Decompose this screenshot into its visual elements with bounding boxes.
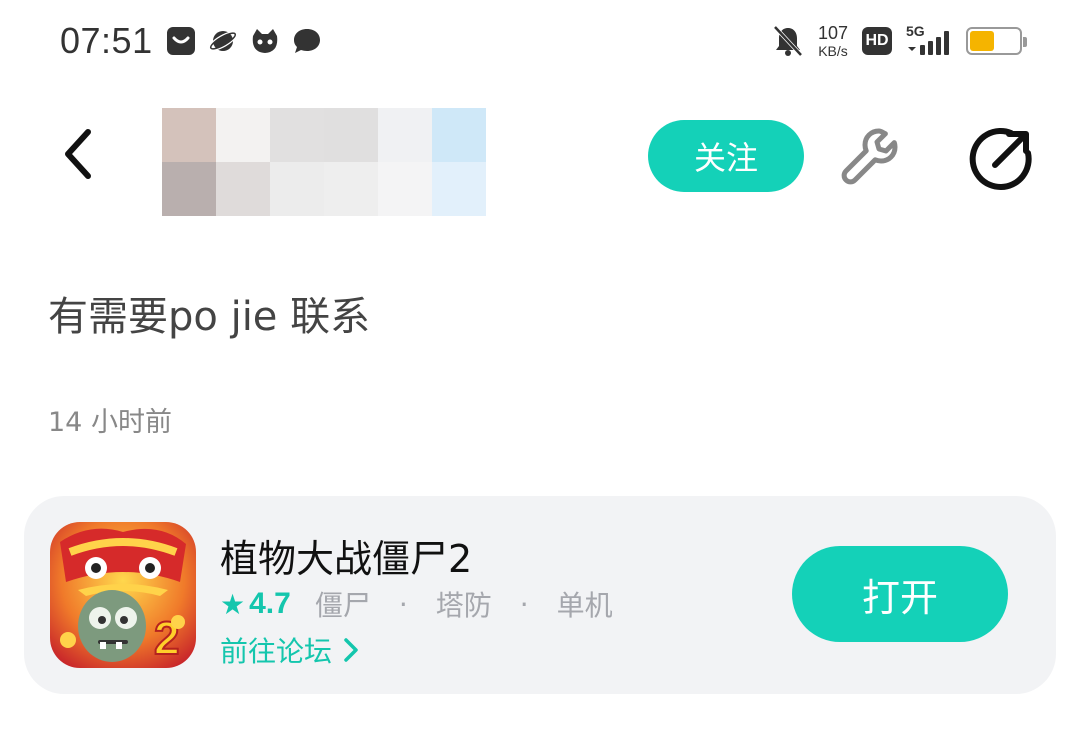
- tag-separator: ·: [519, 587, 529, 621]
- avatar-pixel: [270, 162, 324, 216]
- game-card[interactable]: 2 植物大战僵尸2 ★ 4.7 僵尸 · 塔防 · 单机 前往论坛 打开: [24, 496, 1056, 694]
- star-icon: ★: [220, 587, 246, 621]
- game-tag: 僵尸: [314, 589, 371, 622]
- status-time: 07:51: [60, 20, 153, 61]
- share-icon: [969, 128, 1032, 190]
- back-button[interactable]: [50, 124, 106, 184]
- avatar-pixel: [432, 108, 486, 162]
- avatar-pixel: [324, 108, 378, 162]
- avatar-pixel: [216, 162, 270, 216]
- game-icon[interactable]: 2: [50, 522, 196, 668]
- share-button[interactable]: [966, 122, 1038, 194]
- chevron-right-icon: [342, 636, 360, 664]
- signal-icon: 5G: [906, 23, 952, 57]
- avatar-pixel: [378, 162, 432, 216]
- avatar-pixel: [216, 108, 270, 162]
- avatar-pixel: [378, 108, 432, 162]
- hd-badge: HD: [862, 27, 892, 55]
- avatar-pixel: [270, 108, 324, 162]
- game-tag: 单机: [556, 589, 613, 622]
- status-right: 107 KB/s HD 5G: [772, 23, 1027, 58]
- avatar-pixel: [432, 162, 486, 216]
- status-bar: 07:51 107 KB/s HD 5G: [0, 0, 1080, 84]
- network-speed-unit: KB/s: [818, 43, 848, 59]
- network-speed: 107 KB/s: [818, 24, 848, 58]
- planet-app-icon: [208, 31, 238, 51]
- follow-button[interactable]: 关注: [648, 120, 804, 192]
- status-app-icons: [166, 26, 322, 56]
- battery-icon: [966, 27, 1027, 55]
- game-meta: ★ 4.7 僵尸 · 塔防 · 单机: [220, 584, 613, 624]
- notification-app-icon: [167, 27, 195, 55]
- wrench-icon: [841, 128, 898, 185]
- chevron-left-icon: [65, 129, 91, 179]
- battery-level: [970, 31, 994, 51]
- post-timestamp: 14 小时前: [48, 407, 172, 438]
- avatar-pixel: [162, 108, 216, 162]
- post-text: 有需要po jie 联系: [48, 294, 371, 340]
- post-header: 关注: [0, 100, 1080, 220]
- open-game-button[interactable]: 打开: [792, 546, 1008, 642]
- avatar-pixel: [162, 162, 216, 216]
- avatar-pixel: [324, 162, 378, 216]
- tag-separator: ·: [398, 587, 408, 621]
- game-rating: 4.7: [249, 587, 291, 620]
- forum-link[interactable]: 前往论坛: [220, 630, 360, 670]
- game-name[interactable]: 植物大战僵尸2: [220, 528, 472, 583]
- cat-app-icon: [252, 29, 278, 53]
- network-speed-value: 107: [817, 23, 848, 43]
- mute-bell-icon: [773, 25, 803, 57]
- forum-link-label: 前往论坛: [220, 635, 333, 668]
- chat-bubble-icon: [294, 29, 320, 53]
- author-avatar-blurred[interactable]: [162, 108, 486, 216]
- tools-button[interactable]: [836, 124, 906, 190]
- game-tag: 塔防: [435, 589, 492, 622]
